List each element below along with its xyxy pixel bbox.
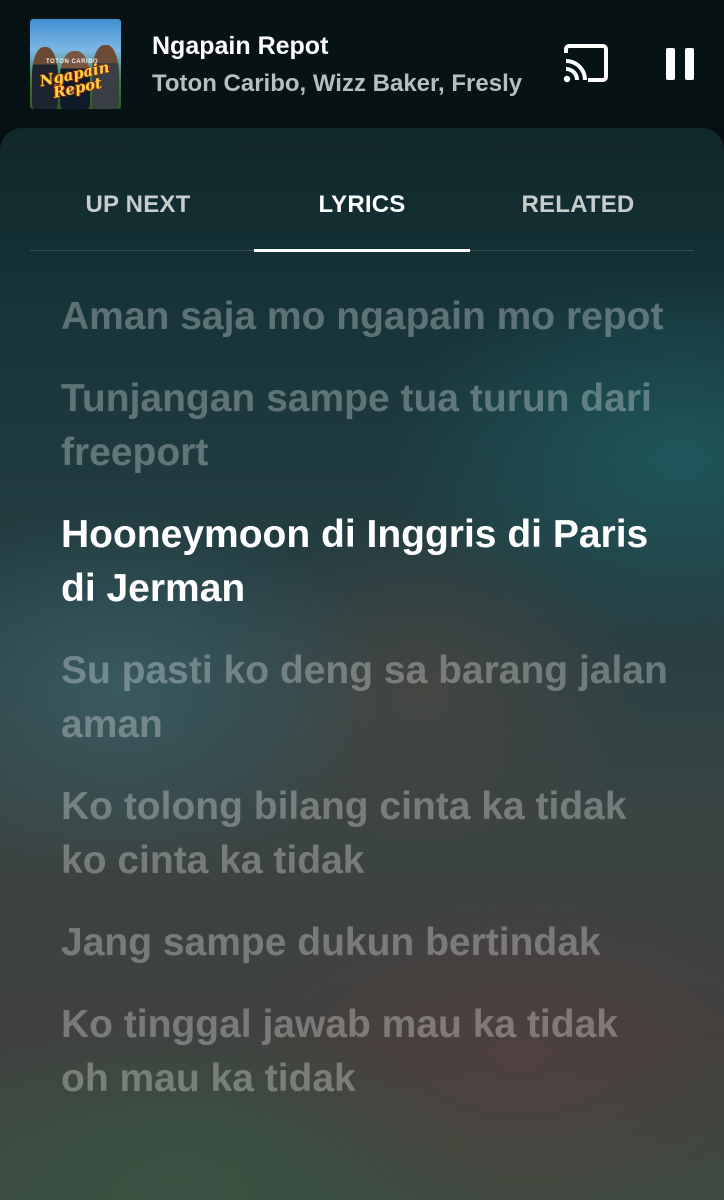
lyric-line-current[interactable]: Hooneymoon di Inggris di Paris di Jerman [61,508,671,616]
cast-button[interactable] [562,43,610,83]
pause-icon [666,48,694,80]
lyric-line[interactable]: Jang sampe dukun bertindak [61,916,671,970]
tab-related[interactable]: RELATED [470,128,686,250]
tab-bar: UP NEXT LYRICS RELATED [30,128,694,252]
lyrics-list[interactable]: Aman saja mo ngapain mo repot Tunjangan … [61,290,671,1134]
lyric-line[interactable]: Aman saja mo ngapain mo repot [61,290,671,344]
player-sheet: UP NEXT LYRICS RELATED Aman saja mo ngap… [0,128,724,1200]
lyric-line[interactable]: Su pasti ko deng sa barang jalan aman [61,644,671,752]
mini-player[interactable]: TOTON CARIBO Ngapain Repot Ngapain Repot… [0,0,724,128]
track-artists: Toton Caribo, Wizz Baker, Fresly [152,70,523,97]
track-title: Ngapain Repot [152,32,329,60]
lyric-line[interactable]: Ko tinggal jawab mau ka tidak oh mau ka … [61,998,671,1106]
lyric-line[interactable]: Tunjangan sampe tua turun dari freeport [61,372,671,480]
album-art[interactable]: TOTON CARIBO Ngapain Repot [30,19,121,109]
cast-icon [563,44,608,83]
tab-up-next[interactable]: UP NEXT [30,128,246,250]
tab-selected-indicator [254,249,470,252]
pause-button[interactable] [661,44,699,84]
lyric-line[interactable]: Ko tolong bilang cinta ka tidak ko cinta… [61,780,671,888]
tab-lyrics[interactable]: LYRICS [254,128,470,250]
